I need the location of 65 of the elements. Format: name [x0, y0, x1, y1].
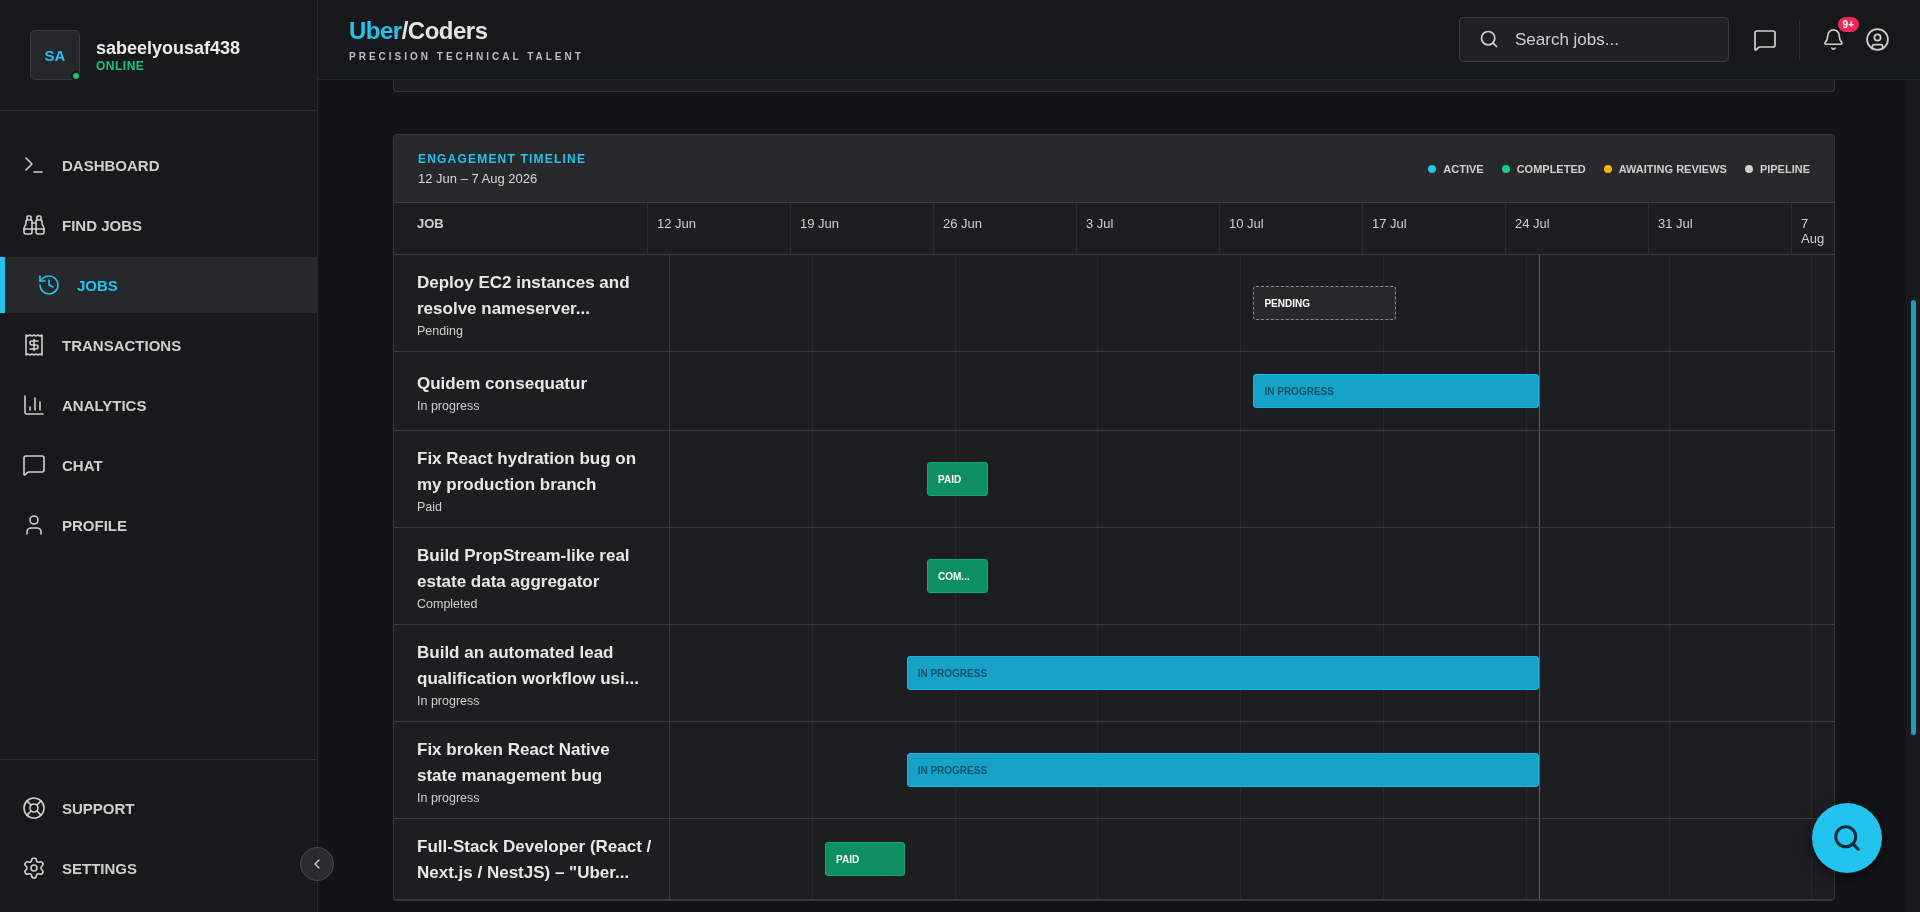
bell-icon	[1822, 28, 1845, 51]
nav-item[interactable]: DASHBOARD	[0, 137, 317, 193]
user-name: sabeelyousaf438	[96, 37, 241, 59]
nav-item[interactable]: CHAT	[0, 437, 317, 493]
date-label: 7 Aug	[1801, 216, 1825, 246]
date-label: 19 Jun	[800, 216, 840, 231]
legend-label: PIPELINE	[1759, 162, 1810, 175]
job-title: Build PropStream-like real estate data aggregator	[417, 545, 631, 593]
job-title: Build an automated lead qualification workflow usi...	[417, 642, 640, 690]
date-label: 17 Jul	[1372, 216, 1407, 231]
collapse-button[interactable]	[300, 847, 334, 881]
nav-item[interactable]: SUPPORT	[0, 780, 151, 836]
user-status: ONLINE	[96, 58, 146, 73]
job-title: Fix broken React Native state management bug	[417, 739, 611, 787]
search-icon	[1832, 823, 1862, 853]
avatar: SA	[30, 30, 80, 80]
bar-chart-icon	[22, 393, 46, 417]
job-title: Full-Stack Developer (React / Next.js / NestJS) – "Uber...	[417, 836, 653, 884]
user-circle-icon[interactable]	[1865, 27, 1890, 52]
date-label: 10 Jul	[1229, 216, 1264, 231]
job-status: Completed	[417, 597, 479, 611]
nav-item[interactable]: FIND JOBS	[0, 197, 317, 253]
notification-badge: 9+	[1837, 17, 1859, 32]
date-label: 3 Jul	[1086, 216, 1114, 231]
date-label: 12 Jun	[657, 216, 697, 231]
search-icon	[1479, 29, 1499, 49]
receipt-icon	[22, 333, 46, 357]
lifebuoy-icon	[22, 796, 46, 820]
legend-label: ACTIVE	[1443, 162, 1484, 175]
timeline-bar[interactable]: PENDING	[1253, 286, 1397, 320]
history-icon	[37, 273, 61, 297]
job-status: Pending	[417, 324, 464, 338]
nav-item[interactable]: JOBS	[0, 257, 317, 313]
job-status: In progress	[417, 791, 481, 805]
date-label: 26 Jun	[943, 216, 983, 231]
logo-text: /Coders	[401, 17, 488, 45]
timeline-bar[interactable]: PAID	[825, 842, 905, 876]
chat-icon	[22, 453, 46, 477]
timeline-bar[interactable]: PAID	[927, 462, 989, 496]
job-title: Fix React hydration bug on my production branch	[417, 448, 638, 496]
job-status: Paid	[417, 500, 444, 514]
nav-item[interactable]: ANALYTICS	[0, 377, 317, 433]
binoculars-icon	[22, 213, 46, 237]
card-title: ENGAGEMENT TIMELINE	[418, 151, 587, 166]
job-status: In progress	[417, 399, 481, 413]
search-field[interactable]: Search jobs...	[1459, 17, 1729, 62]
scrollbar[interactable]	[1906, 80, 1920, 912]
column-header: JOB	[417, 216, 444, 231]
nav-item[interactable]: PROFILE	[0, 497, 317, 553]
job-status: In progress	[417, 694, 481, 708]
timeline-bar[interactable]: COM...	[927, 559, 989, 593]
job-title: Quidem consequatur	[417, 373, 589, 395]
nav-item[interactable]: SETTINGS	[0, 840, 153, 896]
tagline: PRECISION TECHNICAL TALENT	[349, 51, 584, 62]
job-title: Deploy EC2 instances and resolve nameserver...	[417, 272, 631, 320]
settings-icon	[22, 856, 46, 880]
logo-text: Uber	[349, 17, 402, 45]
nav-item[interactable]: TRANSACTIONS	[0, 317, 317, 373]
date-range: 12 Jun – 7 Aug 2026	[418, 170, 539, 186]
date-label: 31 Jul	[1658, 216, 1693, 231]
legend-label: COMPLETED	[1516, 162, 1586, 175]
date-label: 24 Jul	[1515, 216, 1550, 231]
notifications-button[interactable]: 9+	[1822, 17, 1859, 51]
legend-label: AWAITING REVIEWS	[1618, 162, 1727, 175]
chat-icon[interactable]	[1753, 27, 1777, 52]
